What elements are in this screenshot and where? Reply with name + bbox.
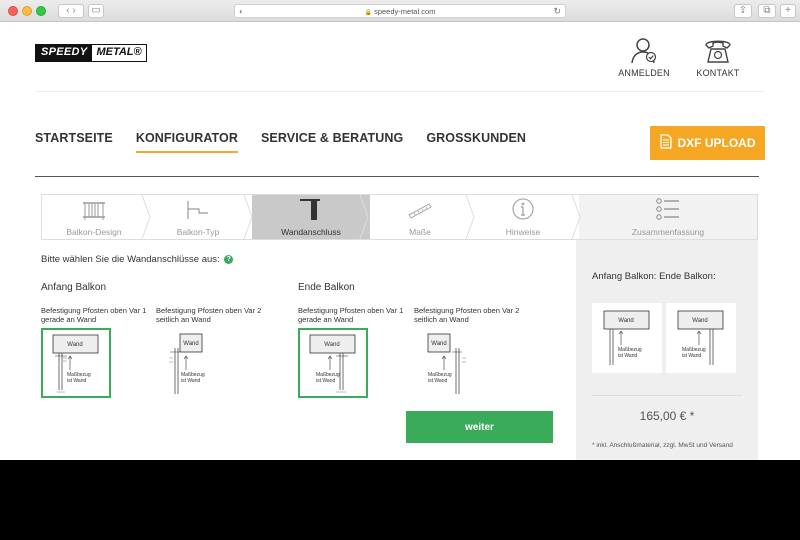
end-option-2-label: Befestigung Pfosten oben Var 2 seitlich … [414, 306, 520, 324]
svg-text:ist Wand: ist Wand [181, 378, 200, 384]
user-icon [609, 36, 679, 64]
configurator-steps: Balkon-Design Balkon-Typ Wandanschluss M… [41, 194, 758, 240]
step-balkon-design[interactable]: Balkon-Design [42, 195, 146, 239]
nav-item-grosskunden[interactable]: GROSSKUNDEN [426, 131, 526, 153]
start-option-2-label: Befestigung Pfosten oben Var 2 seitlich … [156, 306, 262, 324]
wall-mount-straight-diagram: Wand Maßbezug ist Wand [309, 334, 356, 393]
svg-text:Wand: Wand [67, 342, 82, 348]
nav-divider [35, 176, 759, 177]
sidebar-toggle-icon[interactable]: ▭ [88, 4, 104, 18]
summary-sidebar: Anfang Balkon: Ende Balkon: Wand Maßbezu… [576, 240, 758, 460]
step-hinweise[interactable]: Hinweise [470, 195, 576, 239]
step-wandanschluss[interactable]: Wandanschluss [252, 195, 370, 239]
svg-text:ist Wand: ist Wand [428, 378, 447, 384]
end-option-1-label: Befestigung Pfosten oben Var 1 gerade an… [298, 306, 404, 324]
info-icon [470, 195, 576, 223]
start-option-1-var1[interactable]: Wand Maßbezug ist Wand [41, 328, 111, 398]
nav-item-service-beratung[interactable]: SERVICE & BERATUNG [261, 131, 403, 153]
svg-text:Wand: Wand [618, 318, 633, 324]
main-nav: STARTSEITE KONFIGURATOR SERVICE & BERATU… [35, 131, 526, 153]
svg-text:ist Wand: ist Wand [67, 378, 86, 384]
step-label: Balkon-Typ [176, 227, 220, 237]
wall-mount-side-diagram: Wand Maßbezug ist Wand [427, 333, 466, 394]
contact-label: KONTAKT [696, 68, 740, 78]
dxf-upload-label: DXF UPLOAD [677, 136, 756, 150]
start-selection-thumbnail: Wand Maßbezug ist Wand [592, 303, 662, 373]
weiter-button[interactable]: weiter [406, 411, 553, 443]
minimize-window-button[interactable] [22, 6, 32, 16]
maximize-window-button[interactable] [36, 6, 46, 16]
lock-icon: 🔒 [364, 10, 373, 16]
end-option-2-var2[interactable]: Wand Maßbezug ist Wand [414, 328, 484, 398]
step-zusammenfassung[interactable]: Zusammenfassung [579, 195, 757, 239]
reload-icon[interactable]: ↻ [553, 5, 561, 18]
nav-item-konfigurator[interactable]: KONFIGURATOR [135, 131, 238, 153]
browser-toolbar: ‹ › ▭ ◐ 🔒 speedy-metal.com ↻ ⇪ ⧉ + [0, 0, 800, 22]
step-label: Maße [409, 227, 431, 237]
wall-mount-straight-diagram: Wand Maßbezug ist Wand [52, 334, 99, 393]
shield-icon: ◐ [239, 7, 244, 16]
svg-text:Wand: Wand [431, 341, 446, 347]
svg-text:Wand: Wand [692, 318, 707, 324]
svg-text:Wand: Wand [324, 342, 339, 348]
sidebar-divider [592, 395, 742, 396]
logo-text-metal: METAL® [92, 45, 146, 61]
svg-text:ist Wand: ist Wand [618, 353, 637, 359]
dxf-upload-button[interactable]: DXF UPLOAD [650, 126, 765, 160]
close-window-button[interactable] [8, 6, 18, 16]
logo-text-speedy: SPEEDY [36, 45, 93, 61]
prompt-text: Bitte wählen Sie die Wandanschlüsse aus: [41, 254, 220, 265]
start-section-title: Anfang Balkon [41, 282, 107, 293]
tabs-icon[interactable]: ⧉ [758, 4, 776, 18]
sidebar-title: Anfang Balkon: Ende Balkon: [592, 271, 716, 282]
document-icon [659, 134, 672, 152]
nav-item-startseite[interactable]: STARTSEITE [35, 131, 113, 153]
step-balkon-typ[interactable]: Balkon-Typ [146, 195, 250, 239]
contact-link[interactable]: KONTAKT [683, 36, 753, 78]
start-option-2-var2[interactable]: Wand Maßbezug ist Wand [156, 328, 226, 398]
step-masse[interactable]: Maße [370, 195, 470, 239]
railing-icon [42, 195, 146, 223]
svg-text:Wand: Wand [183, 341, 198, 347]
wall-mount-icon [252, 195, 370, 223]
url-text: speedy-metal.com [374, 7, 436, 16]
selection-prompt: Bitte wählen Sie die Wandanschlüsse aus:… [41, 254, 234, 265]
svg-text:ist Wand: ist Wand [682, 353, 701, 359]
price-value: 165,00 € * [639, 409, 695, 423]
list-icon [579, 195, 757, 223]
address-bar[interactable]: ◐ 🔒 speedy-metal.com ↻ [234, 4, 566, 18]
end-section-title: Ende Balkon [298, 282, 355, 293]
end-option-1-var1[interactable]: Wand Maßbezug ist Wand [298, 328, 368, 398]
login-label: ANMELDEN [618, 68, 670, 78]
share-icon[interactable]: ⇪ [734, 4, 752, 18]
start-option-1-label: Befestigung Pfosten oben Var 1 gerade an… [41, 306, 147, 324]
login-link[interactable]: ANMELDEN [609, 36, 679, 78]
wall-mount-side-diagram: Wand Maßbezug ist Wand [169, 333, 205, 394]
end-selection-thumbnail: Wand Maßbezug ist Wand [666, 303, 736, 373]
svg-text:ist Wand: ist Wand [316, 378, 335, 384]
balcony-type-icon [146, 195, 250, 223]
header-divider [35, 91, 765, 92]
step-label: Balkon-Design [66, 227, 122, 237]
price-note: * inkl. Anschlußmaterial, zzgl. MwSt und… [592, 442, 733, 449]
step-label: Zusammenfassung [631, 227, 705, 237]
ruler-icon [370, 195, 470, 223]
telephone-icon [683, 36, 753, 64]
help-icon[interactable]: ? [224, 254, 234, 264]
step-label: Hinweise [505, 227, 541, 237]
new-tab-icon[interactable]: + [780, 4, 796, 18]
site-logo[interactable]: SPEEDY METAL® [35, 44, 147, 62]
step-label: Wandanschluss [281, 227, 341, 237]
back-forward-buttons[interactable]: ‹ › [58, 4, 84, 18]
